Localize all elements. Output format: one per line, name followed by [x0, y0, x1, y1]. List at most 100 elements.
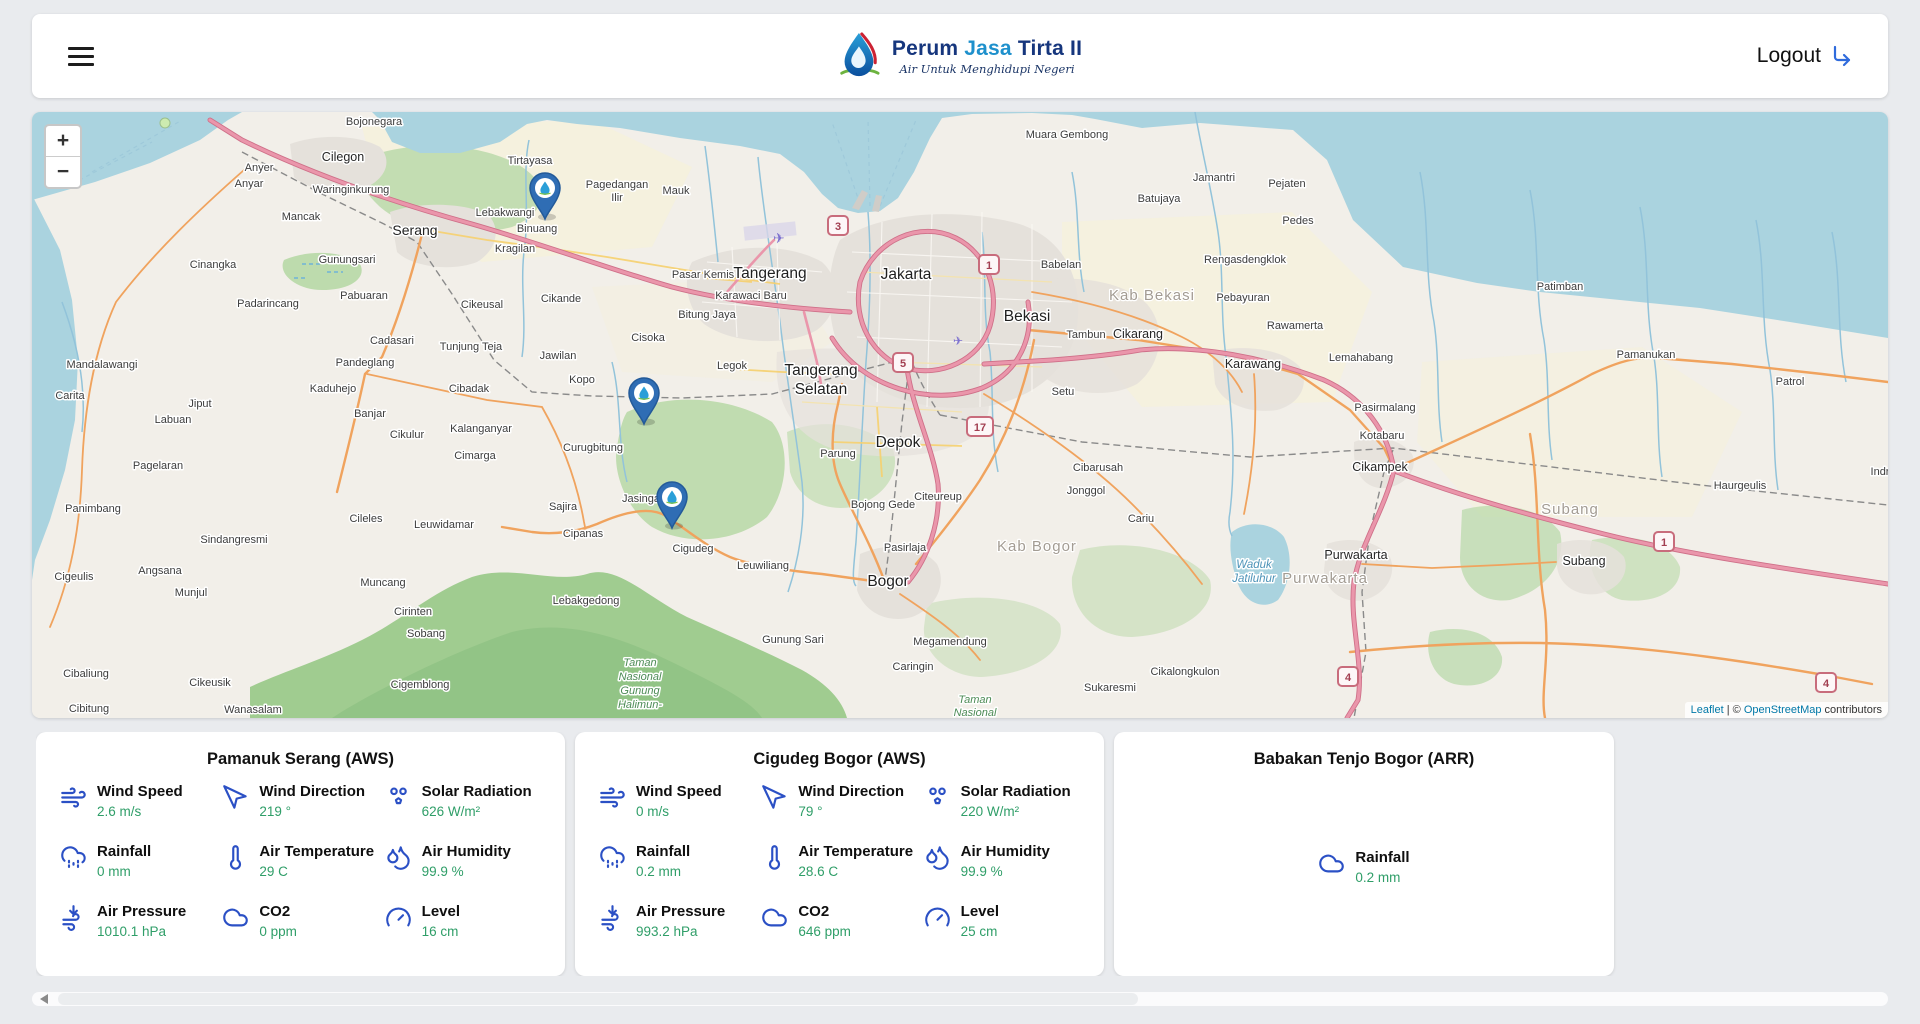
map-place-label: Jakarta — [881, 266, 932, 283]
map-place-label: Waringinkurung — [313, 184, 390, 196]
map-place-label: Cariu — [1128, 513, 1154, 525]
map-place-label: Cikarang — [1113, 327, 1163, 341]
map-place-label: Taman — [623, 657, 656, 669]
metric-value: 1010.1 hPa — [97, 924, 186, 939]
hamburger-icon — [68, 47, 94, 50]
map-place-label: Patrol — [1776, 376, 1805, 388]
zoom-in-button[interactable]: + — [46, 126, 80, 156]
metric-label: CO2 — [798, 903, 851, 921]
map-place-label: Mandalawangi — [67, 359, 138, 371]
map-place-label: Cisoka — [631, 332, 666, 344]
map-place-label: Cikalongkulon — [1150, 666, 1219, 678]
map-place-label: Gunungsari — [319, 254, 376, 266]
map-place-label: Bitung Jaya — [678, 309, 736, 321]
horizontal-scrollbar[interactable] — [32, 992, 1888, 1006]
menu-button[interactable] — [60, 39, 102, 74]
rainfall-cloud-icon — [1318, 850, 1345, 877]
map-place-label: Curugbitung — [563, 442, 623, 454]
metric-value: 0 mm — [97, 864, 151, 879]
openstreetmap-link[interactable]: OpenStreetMap — [1744, 704, 1822, 716]
map-place-label: Kaduhejo — [310, 383, 357, 395]
scroll-left-arrow[interactable] — [40, 994, 48, 1004]
map-place-label: Nasional — [954, 707, 997, 718]
metric-value: 626 W/m² — [422, 804, 532, 819]
station-metrics: Wind Speed0 m/sWind Direction79 °Solar R… — [575, 783, 1104, 939]
metric-value: 0.2 mm — [636, 864, 690, 879]
metric-label: Air Pressure — [636, 903, 725, 921]
air-pressure-icon — [599, 904, 626, 931]
leaflet-link[interactable]: Leaflet — [1691, 704, 1724, 716]
metric-label: Level — [422, 903, 460, 921]
road-shield: 5 — [893, 353, 913, 372]
map-place-label: Purwakarta — [1324, 548, 1387, 562]
app-logo: Perum Jasa Tirta II Air Untuk Menghidupi… — [838, 30, 1082, 82]
metric-value: 993.2 hPa — [636, 924, 725, 939]
road-shield: 1 — [979, 255, 999, 274]
logout-button[interactable]: Logout — [1751, 43, 1860, 69]
map-place-label: Tirtayasa — [508, 155, 554, 167]
map-place-label: Cadasari — [370, 335, 414, 347]
map-place-label: Parung — [820, 448, 855, 460]
level-icon — [385, 904, 412, 931]
map[interactable]: ✈ ✈ JakartaTangerangBekasiTangerangSelat… — [32, 112, 1888, 718]
map-place-label: Cibadak — [449, 383, 490, 395]
metric-value: 0 m/s — [636, 804, 722, 819]
map-place-label: Cirinten — [394, 606, 432, 618]
station-card: Cigudeg Bogor (AWS)Wind Speed0 m/sWind D… — [575, 732, 1104, 976]
metric-co2: CO20 ppm — [222, 903, 378, 939]
map-canvas[interactable]: ✈ ✈ JakartaTangerangBekasiTangerangSelat… — [32, 112, 1888, 718]
metric-value: 646 ppm — [798, 924, 851, 939]
logo-name-part2: Jasa — [964, 37, 1012, 60]
map-place-label: Karawaci Baru — [715, 290, 787, 302]
map-place-label: Lemahabang — [1329, 352, 1393, 364]
metric-label: Air Humidity — [961, 843, 1050, 861]
metric-level: Level25 cm — [924, 903, 1080, 939]
air-humidity-icon — [385, 844, 412, 871]
map-place-label: Muara Gembong — [1026, 129, 1109, 141]
metric-label: Rainfall — [636, 843, 690, 861]
metric-rainfall: Rainfall 0.2 mm — [599, 843, 755, 879]
map-place-label: Legok — [717, 360, 747, 372]
map-place-label: Pandeglang — [336, 357, 395, 369]
map-place-label: Cikeusik — [189, 677, 231, 689]
map-place-label: Wanasalam — [224, 704, 282, 716]
map-island — [160, 118, 170, 128]
map-place-label: Angsana — [138, 565, 182, 577]
svg-text:1: 1 — [986, 260, 992, 272]
map-place-label: Cilegon — [322, 150, 364, 164]
map-place-label: Pasar Kemis — [672, 269, 735, 281]
map-place-label: Cigeulis — [54, 571, 94, 583]
metric-value: 79 ° — [798, 804, 904, 819]
map-place-label: Pejaten — [1268, 178, 1305, 190]
air-temperature-icon — [222, 844, 249, 871]
station-card: Pamanuk Serang (AWS)Wind Speed2.6 m/sWin… — [36, 732, 565, 976]
map-place-label: Pebayuran — [1216, 292, 1269, 304]
road-shield: 4 — [1338, 667, 1358, 686]
map-place-label: Kab Bekasi — [1109, 287, 1195, 304]
map-place-label: Indr — [1871, 466, 1888, 478]
wind-speed-icon — [599, 784, 626, 811]
map-place-label: Cikeusal — [461, 299, 503, 311]
map-place-label: Taman — [958, 694, 991, 706]
svg-text:17: 17 — [974, 422, 986, 434]
map-place-label: Jiput — [188, 398, 211, 410]
map-place-label: Labuan — [155, 414, 192, 426]
co2-icon — [222, 904, 249, 931]
logo-name-part3: Tirta II — [1018, 37, 1082, 60]
map-place-label: Kopo — [569, 374, 595, 386]
solar-radiation-icon — [385, 784, 412, 811]
map-place-label: Cinangka — [190, 259, 237, 271]
map-place-label: Jasinga — [622, 493, 661, 505]
metric-air-humidity: Air Humidity99.9 % — [385, 843, 541, 879]
map-attribution: Leaflet | © OpenStreetMap contributors — [1685, 702, 1888, 718]
scroll-thumb[interactable] — [58, 993, 1138, 1005]
map-place-label: Subang — [1562, 554, 1605, 568]
attribution-suffix: contributors — [1821, 704, 1882, 716]
metric-level: Level16 cm — [385, 903, 541, 939]
attribution-separator: | © — [1724, 704, 1744, 716]
zoom-out-button[interactable]: − — [46, 156, 80, 187]
map-place-label: Cikampek — [1352, 460, 1408, 474]
station-metrics: Rainfall0.2 mm — [1114, 783, 1614, 976]
stations-row: Pamanuk Serang (AWS)Wind Speed2.6 m/sWin… — [36, 732, 1888, 976]
metric-wind-direction: Wind Direction79 ° — [761, 783, 917, 819]
